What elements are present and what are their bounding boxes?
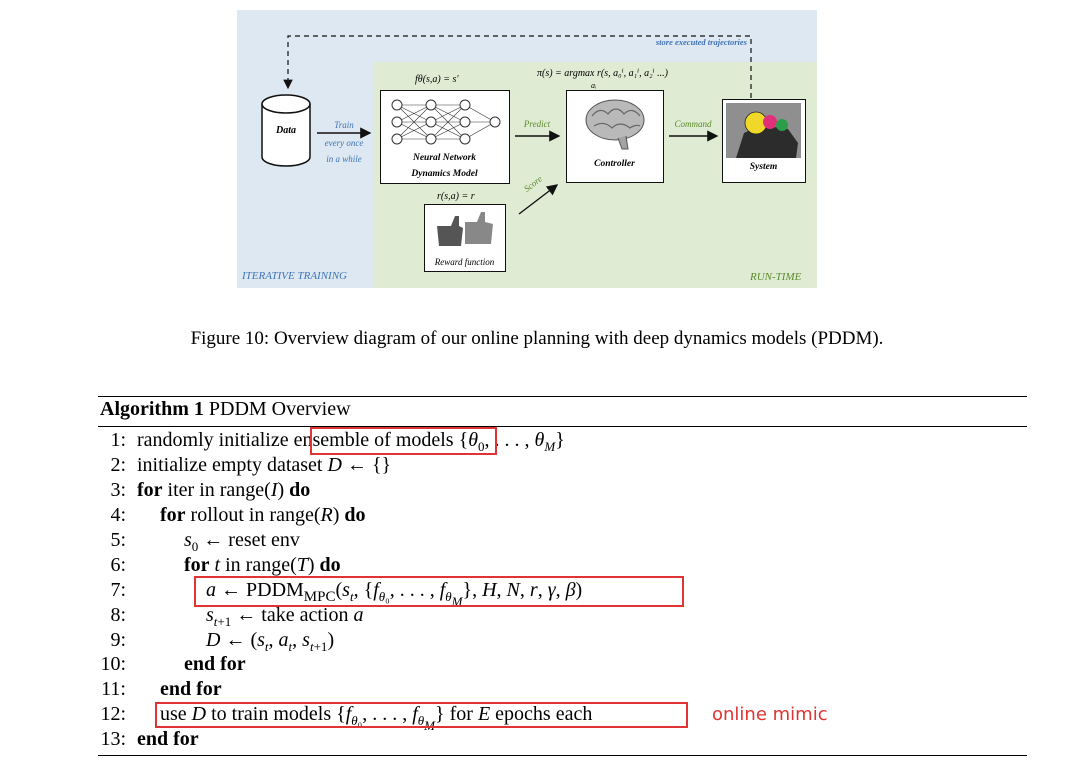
algorithm-number: Algorithm 1: [100, 398, 204, 420]
every-once-label: every once: [324, 138, 364, 148]
train-label: Train: [334, 120, 354, 130]
nn-caption-1: Neural Network: [412, 153, 477, 163]
policy-subscript: aᵢ: [591, 81, 597, 90]
line-number: 9:: [110, 629, 126, 651]
figure-caption: Figure 10: Overview diagram of our onlin…: [190, 328, 884, 349]
reward-formula: r(s,a) = r: [437, 191, 475, 202]
reward-function-box: Reward function: [424, 204, 506, 272]
controller-label: Controller: [594, 159, 635, 169]
predict-label: Predict: [523, 119, 551, 129]
line-text: end for: [137, 728, 199, 750]
neural-network-box: Neural Network Dynamics Model: [380, 90, 510, 184]
line-number: 7:: [110, 579, 126, 601]
in-a-while-label: in a while: [326, 154, 362, 164]
system-label: System: [749, 162, 778, 172]
line-number: 12:: [100, 703, 126, 725]
iterative-training-label: ITERATIVE TRAINING: [242, 270, 347, 282]
algorithm-header-rule: [98, 426, 1027, 427]
line-number: 2:: [110, 454, 126, 476]
line-number: 13:: [100, 728, 126, 750]
thumbs-icon: [437, 212, 493, 246]
line-number: 11:: [101, 678, 126, 700]
policy-formula: π(s) = argmax r(s, a₀ⁱ, a₁ⁱ, a₂ⁱ ...): [537, 68, 668, 79]
line-text: s0 ← reset env: [184, 529, 300, 554]
line-text: end for: [184, 653, 246, 675]
line-number: 6:: [110, 554, 126, 576]
pddm-mpc-highlight-box: [194, 576, 684, 607]
line-text: for rollout in range(R) do: [160, 504, 366, 526]
line-number: 8:: [110, 604, 126, 626]
neural-network-icon: [391, 99, 501, 145]
train-models-highlight-box: [155, 702, 688, 728]
line-number: 5:: [110, 529, 126, 551]
line-number: 10:: [100, 653, 126, 675]
line-text: end for: [160, 678, 222, 700]
store-trajectories-label: store executed trajectories: [655, 37, 747, 47]
algorithm-top-rule: [98, 396, 1027, 397]
nn-caption-2: Dynamics Model: [411, 169, 478, 179]
algorithm-title: Algorithm 1 PDDM Overview: [100, 398, 351, 421]
line-number: 1:: [110, 429, 126, 451]
line-text: st+1 ← take action a: [206, 604, 364, 629]
robot-hand-icon: [726, 103, 801, 158]
line-text: for iter in range(I) do: [137, 479, 311, 501]
run-time-label: RUN-TIME: [750, 271, 802, 283]
line-number: 4:: [110, 504, 126, 526]
algorithm-bottom-rule: [98, 755, 1027, 756]
ensemble-highlight-box: [310, 427, 497, 455]
brain-icon: [585, 99, 645, 150]
online-mimic-annotation: online mimic: [712, 704, 828, 725]
dynamics-formula: fθ(s,a) = s′: [415, 74, 459, 85]
line-text: for t in range(T) do: [184, 554, 341, 576]
line-text: D ← (st, at, st+1): [206, 629, 335, 654]
data-label: Data: [276, 125, 296, 136]
pddm-overview-diagram: Data Train every once in a while fθ(s,a)…: [237, 10, 817, 288]
reward-label: Reward function: [434, 257, 495, 267]
algorithm-name: PDDM Overview: [208, 398, 351, 420]
line-number: 3:: [110, 479, 126, 501]
command-label: Command: [674, 119, 712, 129]
system-box: System: [722, 99, 806, 183]
line-text: initialize empty dataset D ← {}: [137, 454, 392, 476]
controller-box: Controller: [566, 90, 664, 183]
